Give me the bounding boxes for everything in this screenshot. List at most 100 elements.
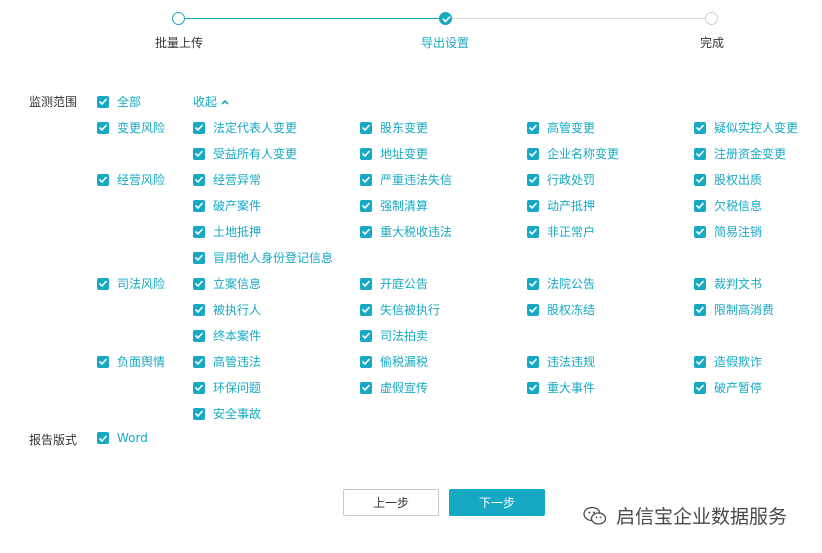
- check-icon: [441, 15, 451, 23]
- checkbox-group[interactable]: 变更风险: [97, 119, 165, 136]
- checkbox-checked-icon: [193, 225, 205, 238]
- checkbox-label: 非正常户: [547, 225, 596, 239]
- checkbox-label: 简易注销: [714, 225, 763, 239]
- checkbox-checked-icon: [527, 147, 539, 160]
- checkbox-label: 破产暂停: [714, 381, 763, 395]
- checkbox-checked-icon: [694, 303, 706, 316]
- checkbox-label: 土地抵押: [213, 225, 262, 239]
- checkbox-checked-icon: [360, 173, 372, 186]
- checkbox-item[interactable]: 法定代表人变更: [193, 119, 297, 136]
- checkbox-label: 安全事故: [213, 407, 262, 421]
- checkbox-item[interactable]: 高管变更: [527, 119, 595, 136]
- step-node-finish: [705, 12, 718, 25]
- checkbox-all[interactable]: 全部: [97, 93, 141, 110]
- checkbox-item[interactable]: 高管违法: [193, 353, 261, 370]
- checkbox-item[interactable]: 严重违法失信: [360, 171, 452, 188]
- checkbox-checked-icon: [527, 225, 539, 238]
- checkbox-checked-icon: [97, 277, 109, 290]
- checkbox-item[interactable]: 重大税收违法: [360, 223, 452, 240]
- checkbox-item[interactable]: 终本案件: [193, 327, 261, 344]
- checkbox-checked-icon: [193, 147, 205, 160]
- checkbox-checked-icon: [527, 277, 539, 290]
- collapse-toggle[interactable]: 收起: [193, 93, 229, 110]
- checkbox-checked-icon: [193, 407, 205, 420]
- checkbox-group[interactable]: 负面舆情: [97, 353, 165, 370]
- checkbox-item[interactable]: 安全事故: [193, 405, 261, 422]
- checkbox-item[interactable]: 土地抵押: [193, 223, 261, 240]
- checkbox-label: 冒用他人身份登记信息: [213, 251, 334, 265]
- checkbox-label: 地址变更: [380, 147, 429, 161]
- checkbox-item[interactable]: 非正常户: [527, 223, 595, 240]
- step-label-upload: 批量上传: [154, 36, 204, 50]
- checkbox-label: 造假欺诈: [714, 355, 763, 369]
- checkbox-label: 行政处罚: [547, 173, 596, 187]
- checkbox-item[interactable]: 违法违规: [527, 353, 595, 370]
- checkbox-checked-icon: [694, 173, 706, 186]
- checkbox-checked-icon: [360, 303, 372, 316]
- checkbox-item[interactable]: 被执行人: [193, 301, 261, 318]
- step-node-upload: [172, 12, 185, 25]
- step-line-done: [185, 18, 440, 19]
- checkbox-item[interactable]: 司法拍卖: [360, 327, 428, 344]
- checkbox-checked-icon: [527, 355, 539, 368]
- checkbox-item[interactable]: 失信被执行: [360, 301, 440, 318]
- checkbox-label: 立案信息: [213, 277, 262, 291]
- checkbox-checked-icon: [360, 355, 372, 368]
- checkbox-item[interactable]: 股东变更: [360, 119, 428, 136]
- checkbox-item[interactable]: 冒用他人身份登记信息: [193, 249, 333, 266]
- wechat-icon: [583, 506, 607, 525]
- checkbox-item[interactable]: 法院公告: [527, 275, 595, 292]
- checkbox-label: 企业名称变更: [547, 147, 620, 161]
- checkbox-item[interactable]: 行政处罚: [527, 171, 595, 188]
- checkbox-item[interactable]: 注册资金变更: [694, 145, 786, 162]
- checkbox-checked-icon: [193, 121, 205, 134]
- checkbox-item[interactable]: 破产案件: [193, 197, 261, 214]
- checkbox-label: 严重违法失信: [380, 173, 453, 187]
- step-label-finish: 完成: [699, 36, 725, 50]
- checkbox-item[interactable]: 动产抵押: [527, 197, 595, 214]
- checkbox-item[interactable]: 股权出质: [694, 171, 762, 188]
- checkbox-item[interactable]: 开庭公告: [360, 275, 428, 292]
- checkbox-checked-icon: [360, 329, 372, 342]
- checkbox-item[interactable]: 立案信息: [193, 275, 261, 292]
- checkbox-label: 司法拍卖: [380, 329, 429, 343]
- checkbox-label: 偷税漏税: [380, 355, 429, 369]
- checkbox-item[interactable]: 简易注销: [694, 223, 762, 240]
- step-label-export: 导出设置: [420, 36, 470, 50]
- checkbox-item[interactable]: 破产暂停: [694, 379, 762, 396]
- checkbox-item[interactable]: 偷税漏税: [360, 353, 428, 370]
- checkbox-checked-icon: [360, 147, 372, 160]
- checkbox-checked-icon: [527, 121, 539, 134]
- checkbox-item[interactable]: 企业名称变更: [527, 145, 619, 162]
- checkbox-label: 终本案件: [213, 329, 262, 343]
- report-format-label: 报告版式: [29, 433, 78, 447]
- checkbox-checked-icon: [360, 121, 372, 134]
- checkbox-item[interactable]: 限制高消费: [694, 301, 774, 318]
- checkbox-item[interactable]: 造假欺诈: [694, 353, 762, 370]
- checkbox-group[interactable]: 经营风险: [97, 171, 165, 188]
- prev-step-button[interactable]: 上一步: [343, 489, 439, 516]
- checkbox-item[interactable]: 受益所有人变更: [193, 145, 297, 162]
- checkbox-label: 欠税信息: [714, 199, 763, 213]
- collapse-label: 收起: [193, 95, 218, 109]
- checkbox-item[interactable]: 地址变更: [360, 145, 428, 162]
- checkbox-label: 司法风险: [117, 277, 166, 291]
- checkbox-label: 变更风险: [117, 121, 166, 135]
- checkbox-word[interactable]: Word: [97, 431, 148, 445]
- checkbox-item[interactable]: 疑似实控人变更: [694, 119, 798, 136]
- checkbox-label: 破产案件: [213, 199, 262, 213]
- checkbox-label: 强制清算: [380, 199, 429, 213]
- next-step-button[interactable]: 下一步: [449, 489, 545, 516]
- checkbox-item[interactable]: 虚假宣传: [360, 379, 428, 396]
- checkbox-label: 负面舆情: [117, 355, 166, 369]
- checkbox-group[interactable]: 司法风险: [97, 275, 165, 292]
- checkbox-item[interactable]: 股权冻结: [527, 301, 595, 318]
- checkbox-label: 裁判文书: [714, 277, 763, 291]
- checkbox-label: 限制高消费: [714, 303, 775, 317]
- checkbox-item[interactable]: 裁判文书: [694, 275, 762, 292]
- checkbox-item[interactable]: 环保问题: [193, 379, 261, 396]
- checkbox-item[interactable]: 经营异常: [193, 171, 261, 188]
- checkbox-item[interactable]: 欠税信息: [694, 197, 762, 214]
- checkbox-item[interactable]: 重大事件: [527, 379, 595, 396]
- checkbox-item[interactable]: 强制清算: [360, 197, 428, 214]
